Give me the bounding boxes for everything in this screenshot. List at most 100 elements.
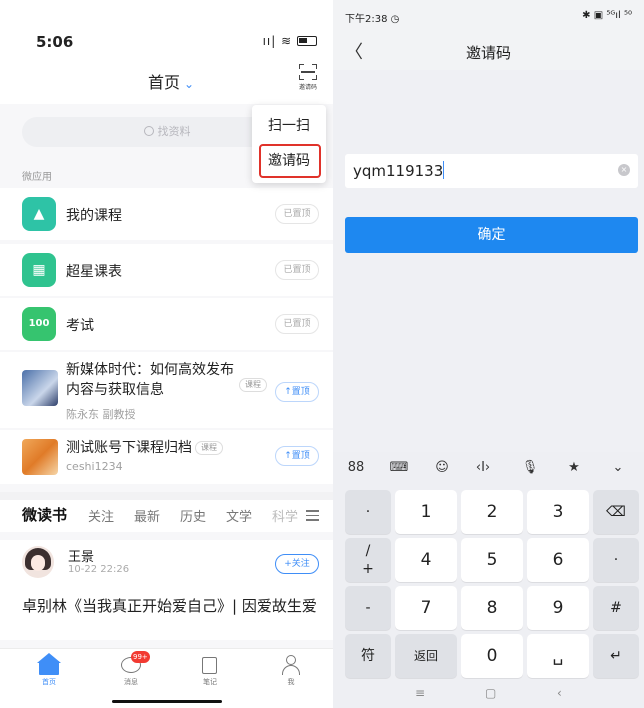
course-type: 课程 [195, 441, 223, 455]
search-icon [143, 126, 154, 136]
confirm-button[interactable]: 确定 [345, 217, 638, 253]
enter-icon[interactable]: ↵ [593, 634, 639, 678]
sticker-icon[interactable]: ★ [563, 460, 585, 478]
tab-history[interactable]: 历史 [180, 506, 206, 525]
highlight-box [259, 144, 321, 178]
course-title: 新媒体时代：如何高效发布 [66, 360, 234, 380]
pinned-tag[interactable]: 已置顶 [275, 260, 319, 280]
status-bar: 下午2:38 ◷ ✱ ▣ ⁵ᴳıl ⁵⁰ [333, 0, 644, 30]
key-return[interactable]: 返回 [395, 634, 457, 678]
key-symbols[interactable]: 符 [345, 634, 391, 678]
key-dot[interactable]: · [345, 490, 391, 534]
app-row-exam[interactable]: 100 考试 已置顶 [0, 298, 333, 350]
chevron-down-icon: ⌄ [184, 77, 195, 91]
key-9[interactable]: 9 [527, 586, 589, 630]
collapse-keyboard-icon[interactable]: ⌄ [607, 460, 629, 478]
pin-button[interactable]: ↑置顶 [275, 382, 319, 402]
key-5[interactable]: 5 [461, 538, 523, 582]
pinned-tag[interactable]: 已置顶 [275, 204, 319, 224]
apps-grid-icon[interactable]: 88 [345, 460, 367, 478]
nav-messages[interactable]: 99+ 消息 [111, 651, 151, 687]
tab-follow[interactable]: 关注 [88, 506, 114, 525]
key-2[interactable]: 2 [461, 490, 523, 534]
key-middot[interactable]: · [593, 538, 639, 582]
tab-literature[interactable]: 文学 [226, 506, 252, 525]
key-7[interactable]: 7 [395, 586, 457, 630]
system-nav-bar: ≡ ▢ ‹ [333, 680, 644, 708]
status-icons: ✱ ▣ ⁵ᴳıl ⁵⁰ [582, 10, 632, 21]
pinned-tag[interactable]: 已置顶 [275, 314, 319, 334]
space-key[interactable]: ␣ [527, 634, 589, 678]
invite-code-button[interactable]: 邀请码 [296, 64, 320, 96]
app-row-my-courses[interactable]: ▲ 我的课程 已置顶 [0, 188, 333, 240]
invite-code-input[interactable]: yqm119133 [345, 154, 638, 188]
page-title[interactable]: 首页 ⌄ [148, 69, 194, 93]
key-3[interactable]: 3 [527, 490, 589, 534]
key-4[interactable]: 4 [395, 538, 457, 582]
microphone-icon[interactable]: 🎙 [519, 460, 541, 478]
bottom-nav: 首页 99+ 消息 笔记 我 [0, 648, 333, 708]
nav-home-label: 首页 [42, 678, 56, 686]
course-account: ceshi1234 [66, 460, 123, 473]
status-time: 5:06 [36, 33, 74, 51]
course-title-line1: 测试账号下课程归档 [66, 440, 192, 456]
tab-latest[interactable]: 最新 [134, 506, 160, 525]
home-icon [29, 653, 69, 677]
key-slash: / [365, 543, 371, 559]
course-item[interactable]: 新媒体时代：如何高效发布 内容与获取信息 课程 陈永东 副教授 ↑置顶 [0, 352, 333, 428]
key-slash-plus[interactable]: / + [345, 538, 391, 582]
nav-me-label: 我 [287, 678, 295, 686]
key-hash[interactable]: # [593, 586, 639, 630]
tab-weidushu[interactable]: 微读书 [22, 504, 67, 525]
keyboard-icon[interactable]: ⌨ [388, 460, 410, 478]
cursor-move-icon[interactable]: ‹I› [472, 460, 494, 478]
nav-notes-label: 笔记 [203, 678, 217, 686]
content-tabs: 微读书 关注 最新 历史 文学 科学 [0, 492, 333, 532]
status-bar: 5:06 ıı| ≋ [0, 0, 333, 60]
home-icon[interactable]: ▢ [485, 686, 496, 700]
course-title: 测试账号下课程归档 课程 [66, 438, 223, 458]
course-title-line2: 内容与获取信息 [66, 382, 164, 398]
pin-button[interactable]: ↑置顶 [275, 446, 319, 466]
app-label: 超星课表 [66, 264, 122, 280]
menu-icon[interactable]: ≡ [415, 686, 425, 700]
author-name: 王景 [68, 550, 95, 565]
nav-home[interactable]: 首页 [29, 653, 69, 687]
key-minus[interactable]: - [345, 586, 391, 630]
menu-item-scan[interactable]: 扫一扫 [252, 115, 326, 135]
emoji-icon[interactable]: ☺ [431, 460, 453, 478]
avatar[interactable] [22, 546, 54, 578]
tab-science[interactable]: 科学 [272, 506, 298, 525]
keyboard-toolbar: 88 ⌨ ☺ ‹I› 🎙 ★ ⌄ [333, 452, 644, 486]
backspace-icon[interactable]: ⌫ [593, 490, 639, 534]
invite-code-button-label: 邀请码 [298, 84, 317, 91]
left-phone-screen: 5:06 ıı| ≋ 首页 ⌄ 邀请码 找资料 微应用 ▲ 我的课程 已置顶 ▦ … [0, 0, 333, 708]
graduation-cap-icon: ▲ [22, 197, 56, 231]
clear-icon[interactable]: × [618, 164, 630, 176]
scan-icon [299, 64, 317, 80]
nav-notes[interactable]: 笔记 [190, 653, 230, 687]
menu-icon[interactable] [306, 510, 319, 524]
key-1[interactable]: 1 [395, 490, 457, 534]
course-type: 课程 [239, 378, 267, 392]
message-icon: 99+ [111, 651, 151, 677]
back-icon[interactable]: ‹ [557, 686, 562, 700]
app-row-schedule[interactable]: ▦ 超星课表 已置顶 [0, 244, 333, 296]
nav-messages-label: 消息 [124, 678, 138, 686]
signal-wifi-icon: ıı| ≋ [262, 34, 293, 48]
key-6[interactable]: 6 [527, 538, 589, 582]
feed-item[interactable]: 王景 10-22 22:26 +关注 卓别林《当我真正开始爱自己》| 因爱故生爱 [0, 540, 333, 640]
follow-button[interactable]: +关注 [275, 554, 319, 574]
numeric-keyboard: 88 ⌨ ☺ ‹I› 🎙 ★ ⌄ · 1 2 3 ⌫ / + 4 5 6 · - … [333, 452, 644, 708]
status-icons: ıı| ≋ [263, 34, 317, 48]
app-label: 我的课程 [66, 208, 122, 224]
key-8[interactable]: 8 [461, 586, 523, 630]
post-title[interactable]: 卓别林《当我真正开始爱自己》| 因爱故生爱 [22, 596, 318, 617]
search-placeholder: 找资料 [157, 125, 191, 138]
page-title-text: 首页 [148, 73, 181, 92]
course-item[interactable]: 测试账号下课程归档 课程 ceshi1234 ↑置顶 [0, 430, 333, 484]
key-0[interactable]: 0 [461, 634, 523, 678]
nav-me[interactable]: 我 [271, 653, 311, 687]
course-title-2: 内容与获取信息 [66, 380, 164, 400]
key-plus: + [362, 561, 374, 577]
